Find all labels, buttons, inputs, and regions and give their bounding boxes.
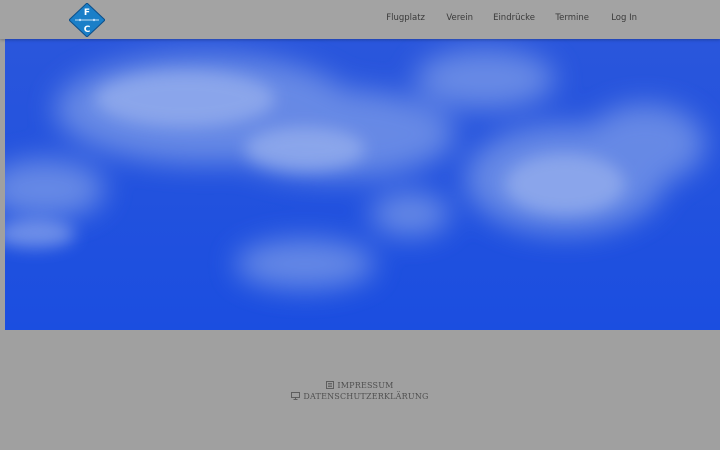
site-header: F C Flugplatz Verein Eindrücke Termine L… <box>0 0 720 39</box>
nav-item-flugplatz[interactable]: Flugplatz <box>386 13 425 23</box>
logo-letter-bottom: C <box>84 25 91 35</box>
footer-link-impressum[interactable]: IMPRESSUM <box>0 381 720 391</box>
footer-link-label: IMPRESSUM <box>337 381 394 390</box>
nav-item-verein[interactable]: Verein <box>446 13 473 23</box>
nav-item-login[interactable]: Log In <box>611 13 637 23</box>
hero-sky-image <box>5 39 720 330</box>
fsc-diamond-logo-icon: F C <box>68 2 106 38</box>
footer-link-label: DATENSCHUTZERKLÄRUNG <box>303 392 429 401</box>
monitor-icon <box>291 392 301 402</box>
sky-clouds-image <box>5 39 720 330</box>
site-logo[interactable]: F C <box>68 2 106 38</box>
nav-item-eindruecke[interactable]: Eindrücke <box>493 13 535 23</box>
nav-item-termine[interactable]: Termine <box>555 13 589 23</box>
newspaper-icon <box>326 381 335 391</box>
site-footer: IMPRESSUM DATENSCHUTZERKLÄRUNG <box>0 330 720 450</box>
footer-link-datenschutz[interactable]: DATENSCHUTZERKLÄRUNG <box>0 392 720 402</box>
logo-letter-top: F <box>84 8 90 18</box>
